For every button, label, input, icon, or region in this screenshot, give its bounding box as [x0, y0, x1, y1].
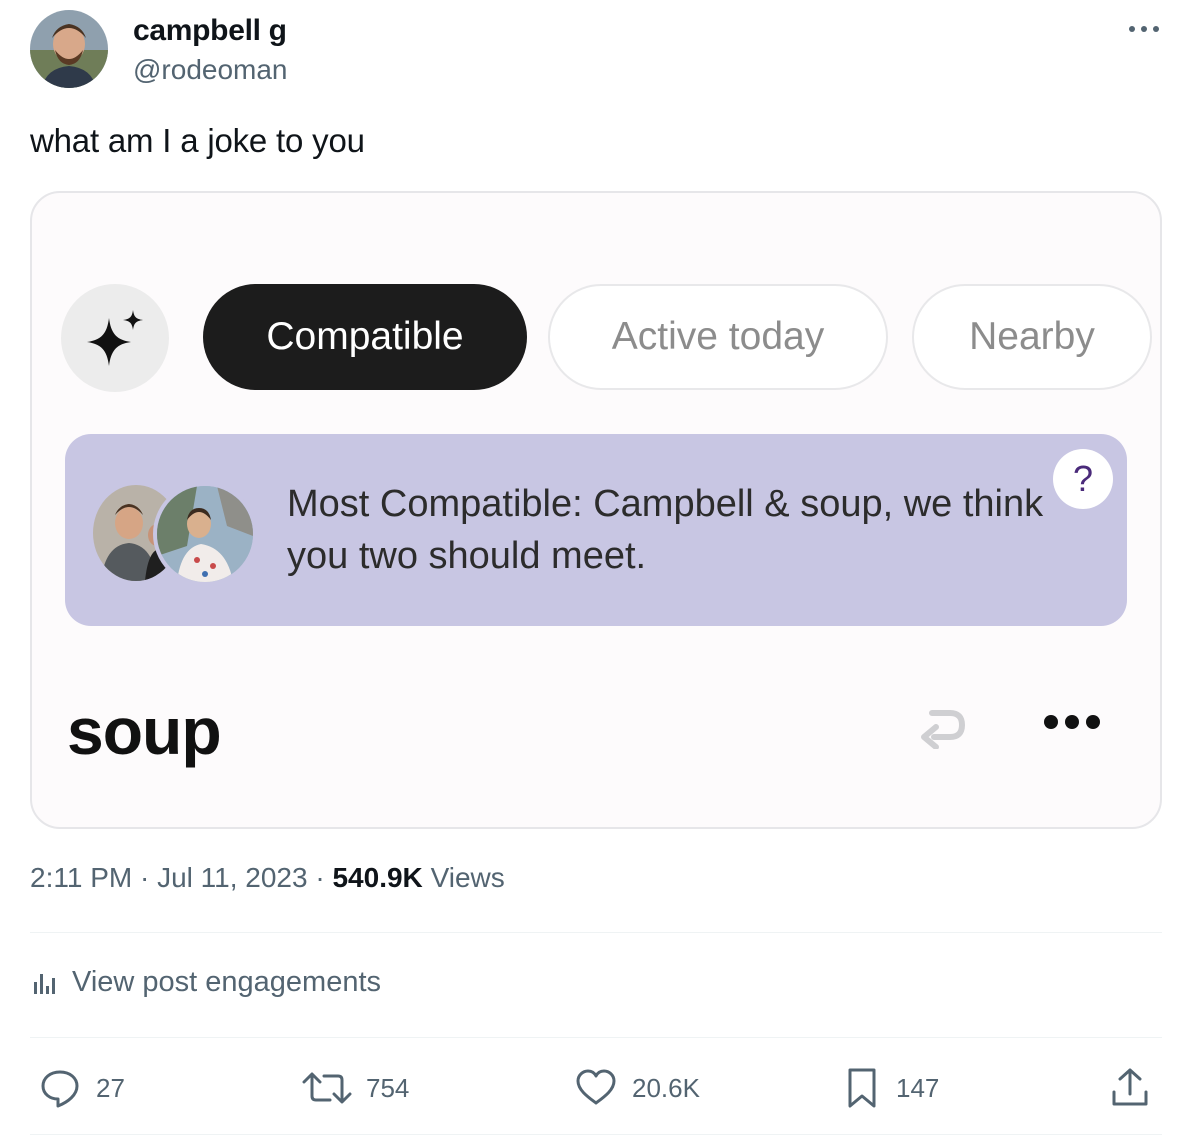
divider: [30, 932, 1162, 933]
views-label: Views: [430, 862, 505, 893]
undo-icon: [916, 699, 968, 750]
author-display-name[interactable]: campbell g: [133, 14, 287, 48]
repost-icon: [302, 1072, 352, 1104]
match-avatar-soup: [153, 482, 257, 586]
tweet-text: what am I a joke to you: [30, 122, 365, 159]
like-button[interactable]: 20.6K: [574, 1066, 700, 1110]
view-engagements-label: View post engagements: [72, 966, 382, 998]
share-icon: [1112, 1068, 1148, 1106]
author-avatar[interactable]: [30, 10, 108, 88]
meta-separator: ·: [139, 862, 158, 893]
bookmark-button[interactable]: 147: [842, 1066, 939, 1110]
sparkle-icon: [61, 284, 169, 392]
tweet-time[interactable]: 2:11 PM: [30, 862, 132, 893]
banner-message: Most Compatible: Campbell & soup, we thi…: [287, 483, 1044, 577]
embedded-image[interactable]: Compatible Active today Nearby Most Comp…: [30, 191, 1162, 829]
more-icon[interactable]: [1126, 14, 1162, 44]
repost-count: 754: [366, 1072, 410, 1103]
views-count: 540.9K: [332, 862, 423, 893]
tweet-meta: 2:11 PM · Jul 11, 2023 · 540.9K Views: [30, 862, 505, 894]
divider: [30, 1037, 1162, 1038]
filter-active-today: Active today: [548, 284, 888, 390]
analytics-icon: [34, 973, 55, 994]
author-handle[interactable]: @rodeoman: [133, 54, 288, 86]
like-icon: [576, 1069, 616, 1105]
repost-button[interactable]: 754: [302, 1066, 409, 1110]
profile-name: soup: [67, 694, 222, 768]
filter-compatible: Compatible: [203, 284, 527, 390]
reply-icon: [41, 1070, 79, 1108]
share-button[interactable]: [1110, 1066, 1164, 1110]
bookmark-icon: [848, 1068, 876, 1108]
filter-nearby: Nearby: [912, 284, 1152, 390]
divider: [30, 1134, 1162, 1135]
tweet-date[interactable]: Jul 11, 2023: [157, 862, 308, 893]
reply-count: 27: [96, 1072, 125, 1103]
like-count: 20.6K: [632, 1072, 700, 1103]
card-more-icon: [1042, 713, 1102, 731]
meta-separator: ·: [315, 862, 333, 893]
help-icon: ?: [1053, 449, 1113, 509]
view-engagements-link[interactable]: View post engagements: [30, 966, 381, 999]
compatibility-banner: Most Compatible: Campbell & soup, we thi…: [65, 434, 1127, 626]
reply-button[interactable]: 27: [38, 1066, 125, 1110]
bookmark-count: 147: [896, 1072, 940, 1103]
